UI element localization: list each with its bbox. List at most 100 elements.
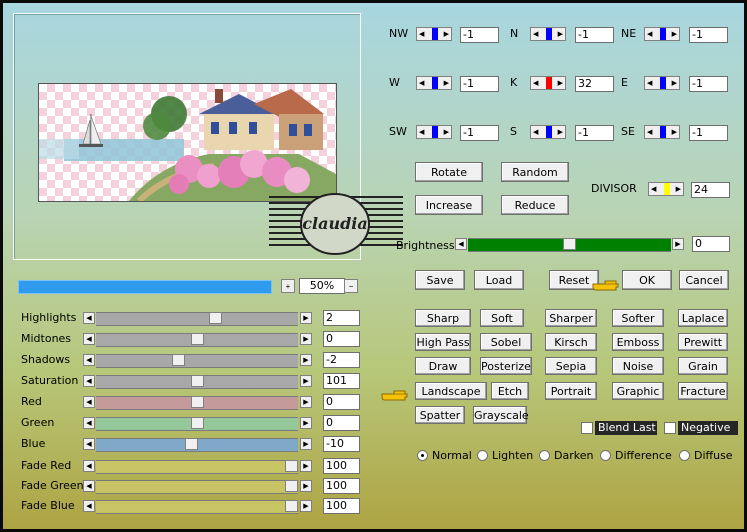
mode-difference-radio[interactable] bbox=[600, 450, 611, 461]
zoom-value[interactable]: 50% bbox=[299, 278, 345, 294]
rotate-button[interactable]: Rotate bbox=[415, 162, 483, 182]
fade-red-thumb[interactable] bbox=[285, 460, 298, 472]
ok-button[interactable]: OK bbox=[622, 270, 672, 290]
fade-green-left-arrow-icon[interactable]: ◀ bbox=[83, 480, 95, 492]
midtones-thumb[interactable] bbox=[191, 333, 204, 345]
green-value[interactable]: 0 bbox=[323, 415, 360, 431]
matrix-ne-spinner[interactable]: ◀ ▶ bbox=[644, 27, 680, 41]
random-button[interactable]: Random bbox=[501, 162, 569, 182]
fade-red-track[interactable] bbox=[96, 460, 298, 474]
arrow-left-icon[interactable]: ◀ bbox=[419, 79, 424, 87]
fade-red-right-arrow-icon[interactable]: ▶ bbox=[300, 460, 312, 472]
mode-darken-radio[interactable] bbox=[539, 450, 550, 461]
arrow-right-icon[interactable]: ▶ bbox=[444, 128, 449, 136]
preset-soft-button[interactable]: Soft bbox=[480, 309, 524, 327]
arrow-right-icon[interactable]: ▶ bbox=[558, 128, 563, 136]
cancel-button[interactable]: Cancel bbox=[679, 270, 729, 290]
arrow-left-icon[interactable]: ◀ bbox=[533, 79, 538, 87]
preset-laplace-button[interactable]: Laplace bbox=[678, 309, 728, 327]
fade-red-value[interactable]: 100 bbox=[323, 458, 360, 474]
blue-left-arrow-icon[interactable]: ◀ bbox=[83, 438, 95, 450]
fade-green-track[interactable] bbox=[96, 480, 298, 494]
matrix-n-value[interactable]: -1 bbox=[575, 27, 614, 43]
blue-right-arrow-icon[interactable]: ▶ bbox=[300, 438, 312, 450]
fade-green-right-arrow-icon[interactable]: ▶ bbox=[300, 480, 312, 492]
preset-sepia-button[interactable]: Sepia bbox=[545, 357, 597, 375]
preset-emboss-button[interactable]: Emboss bbox=[612, 333, 664, 351]
shadows-right-arrow-icon[interactable]: ▶ bbox=[300, 354, 312, 366]
save-button[interactable]: Save bbox=[415, 270, 465, 290]
arrow-left-icon[interactable]: ◀ bbox=[533, 128, 538, 136]
divisor-spinner[interactable]: ◀ ▶ bbox=[648, 182, 684, 196]
preset-etch-button[interactable]: Etch bbox=[491, 382, 529, 400]
saturation-left-arrow-icon[interactable]: ◀ bbox=[83, 375, 95, 387]
shadows-thumb[interactable] bbox=[172, 354, 185, 366]
mode-diffuse-radio[interactable] bbox=[679, 450, 690, 461]
arrow-left-icon[interactable]: ◀ bbox=[419, 128, 424, 136]
zoom-bar[interactable] bbox=[18, 280, 272, 294]
matrix-se-value[interactable]: -1 bbox=[689, 125, 728, 141]
midtones-right-arrow-icon[interactable]: ▶ bbox=[300, 333, 312, 345]
arrow-right-icon[interactable]: ▶ bbox=[558, 79, 563, 87]
arrow-left-icon[interactable]: ◀ bbox=[533, 30, 538, 38]
brightness-value[interactable]: 0 bbox=[692, 236, 730, 252]
highlights-right-arrow-icon[interactable]: ▶ bbox=[300, 312, 312, 324]
matrix-ne-value[interactable]: -1 bbox=[689, 27, 728, 43]
fade-blue-track[interactable] bbox=[96, 500, 298, 514]
preset-noise-button[interactable]: Noise bbox=[612, 357, 664, 375]
arrow-right-icon[interactable]: ▶ bbox=[672, 128, 677, 136]
preset-sharper-button[interactable]: Sharper bbox=[545, 309, 597, 327]
preset-draw-button[interactable]: Draw bbox=[415, 357, 471, 375]
preset-posterize-button[interactable]: Posterize bbox=[480, 357, 532, 375]
preset-sharp-button[interactable]: Sharp bbox=[415, 309, 471, 327]
increase-button[interactable]: Increase bbox=[415, 195, 483, 215]
arrow-right-icon[interactable]: ▶ bbox=[676, 185, 681, 193]
blue-thumb[interactable] bbox=[185, 438, 198, 450]
matrix-w-value[interactable]: -1 bbox=[460, 76, 499, 92]
matrix-nw-value[interactable]: -1 bbox=[460, 27, 499, 43]
blend-last-checkbox[interactable] bbox=[581, 422, 593, 434]
fade-green-value[interactable]: 100 bbox=[323, 478, 360, 494]
matrix-s-value[interactable]: -1 bbox=[575, 125, 614, 141]
matrix-sw-spinner[interactable]: ◀ ▶ bbox=[416, 125, 452, 139]
green-left-arrow-icon[interactable]: ◀ bbox=[83, 417, 95, 429]
matrix-k-spinner[interactable]: ◀ ▶ bbox=[530, 76, 566, 90]
negative-checkbox[interactable] bbox=[664, 422, 676, 434]
brightness-thumb[interactable] bbox=[563, 238, 576, 250]
shadows-value[interactable]: -2 bbox=[323, 352, 360, 368]
arrow-right-icon[interactable]: ▶ bbox=[558, 30, 563, 38]
arrow-right-icon[interactable]: ▶ bbox=[672, 79, 677, 87]
preset-prewitt-button[interactable]: Prewitt bbox=[678, 333, 728, 351]
reduce-button[interactable]: Reduce bbox=[501, 195, 569, 215]
fade-red-left-arrow-icon[interactable]: ◀ bbox=[83, 460, 95, 472]
preset-graphic-button[interactable]: Graphic bbox=[612, 382, 664, 400]
midtones-value[interactable]: 0 bbox=[323, 331, 360, 347]
preset-portrait-button[interactable]: Portrait bbox=[545, 382, 597, 400]
preset-spatter-button[interactable]: Spatter bbox=[415, 406, 465, 424]
preset-fracture-button[interactable]: Fracture bbox=[678, 382, 728, 400]
arrow-left-icon[interactable]: ◀ bbox=[647, 128, 652, 136]
highlights-left-arrow-icon[interactable]: ◀ bbox=[83, 312, 95, 324]
preset-grayscale-button[interactable]: Grayscale bbox=[473, 406, 529, 424]
matrix-w-spinner[interactable]: ◀ ▶ bbox=[416, 76, 452, 90]
saturation-thumb[interactable] bbox=[191, 375, 204, 387]
brightness-right-arrow-icon[interactable]: ▶ bbox=[672, 238, 684, 250]
matrix-se-spinner[interactable]: ◀ ▶ bbox=[644, 125, 680, 139]
load-button[interactable]: Load bbox=[474, 270, 524, 290]
fade-blue-left-arrow-icon[interactable]: ◀ bbox=[83, 500, 95, 512]
fade-blue-right-arrow-icon[interactable]: ▶ bbox=[300, 500, 312, 512]
saturation-right-arrow-icon[interactable]: ▶ bbox=[300, 375, 312, 387]
fade-blue-value[interactable]: 100 bbox=[323, 498, 360, 514]
red-thumb[interactable] bbox=[191, 396, 204, 408]
matrix-n-spinner[interactable]: ◀ ▶ bbox=[530, 27, 566, 41]
divisor-value[interactable]: 24 bbox=[691, 182, 730, 198]
matrix-e-spinner[interactable]: ◀ ▶ bbox=[644, 76, 680, 90]
arrow-right-icon[interactable]: ▶ bbox=[672, 30, 677, 38]
arrow-left-icon[interactable]: ◀ bbox=[651, 185, 656, 193]
red-right-arrow-icon[interactable]: ▶ bbox=[300, 396, 312, 408]
matrix-sw-value[interactable]: -1 bbox=[460, 125, 499, 141]
arrow-right-icon[interactable]: ▶ bbox=[444, 30, 449, 38]
matrix-e-value[interactable]: -1 bbox=[689, 76, 728, 92]
mode-lighten-radio[interactable] bbox=[477, 450, 488, 461]
zoom-in-button[interactable]: + bbox=[281, 279, 295, 293]
